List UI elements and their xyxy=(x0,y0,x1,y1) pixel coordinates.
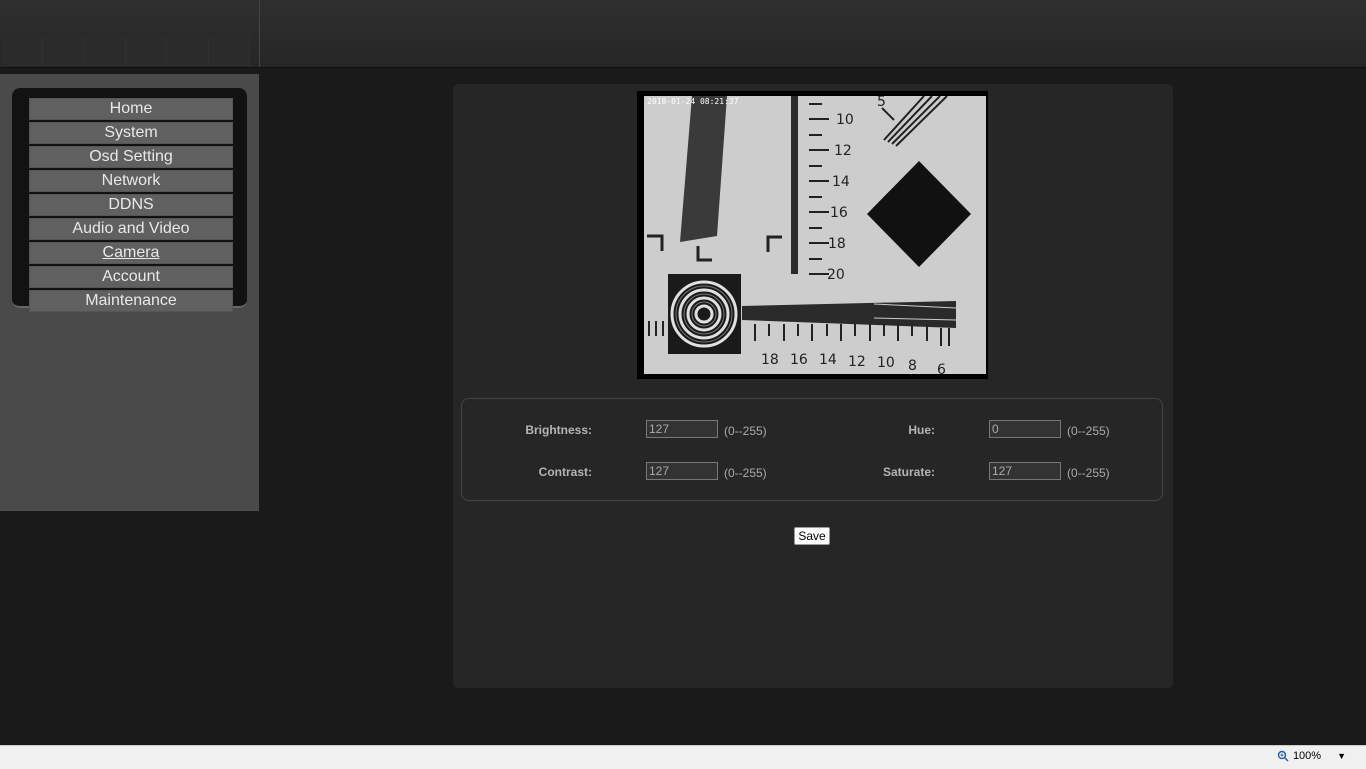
brightness-label: Brightness: xyxy=(525,423,592,437)
menu-item-network[interactable]: Network xyxy=(29,170,233,192)
brightness-range: (0--255) xyxy=(724,424,767,438)
camera-preview-image: 10 12 14 16 18 20 5 18 16 14 12 10 8 6 2… xyxy=(644,96,986,374)
chevron-down-icon[interactable]: ▼ xyxy=(1337,751,1346,761)
zoom-level: 100% xyxy=(1292,750,1322,762)
scale-label-12: 12 xyxy=(834,143,852,159)
menu-item-home[interactable]: Home xyxy=(29,98,233,120)
save-button[interactable]: Save xyxy=(794,527,830,545)
contrast-label: Contrast: xyxy=(538,465,592,479)
ruler-label-8: 8 xyxy=(908,358,917,374)
scale-label-20: 20 xyxy=(827,267,845,283)
menu-item-account[interactable]: Account xyxy=(29,266,233,288)
menu-item-ddns[interactable]: DDNS xyxy=(29,194,233,216)
hue-label: Hue: xyxy=(908,423,935,437)
ruler-label-10: 10 xyxy=(877,355,895,371)
camera-settings-panel: 10 12 14 16 18 20 5 18 16 14 12 10 8 6 2… xyxy=(453,84,1173,688)
zoom-icon xyxy=(1277,750,1289,762)
ruler-label-12: 12 xyxy=(848,354,866,370)
scale-label-14: 14 xyxy=(832,174,850,190)
brightness-input[interactable] xyxy=(646,420,718,438)
menu-item-maintenance[interactable]: Maintenance xyxy=(29,290,233,312)
ruler-label-16: 16 xyxy=(790,352,808,368)
menu-item-camera[interactable]: Camera xyxy=(29,242,233,264)
zoom-control[interactable]: 100% ▼ xyxy=(1277,750,1346,762)
browser-status-bar: 100% ▼ xyxy=(0,745,1366,769)
image-settings-group: Brightness: (0--255) Contrast: (0--255) … xyxy=(461,398,1163,501)
menu-item-osd-setting[interactable]: Osd Setting xyxy=(29,146,233,168)
scale-label-18: 18 xyxy=(828,236,846,252)
ruler-label-6: 6 xyxy=(937,362,946,374)
scale-label-5: 5 xyxy=(877,96,886,110)
preview-timestamp: 2018-01-24 08:21:37 xyxy=(647,97,739,106)
camera-preview: 10 12 14 16 18 20 5 18 16 14 12 10 8 6 2… xyxy=(637,91,988,379)
saturate-range: (0--255) xyxy=(1067,466,1110,480)
saturate-input[interactable] xyxy=(989,462,1061,480)
test-chart-graphic: 10 12 14 16 18 20 5 18 16 14 12 10 8 6 xyxy=(644,96,986,374)
saturate-label: Saturate: xyxy=(882,465,935,479)
ruler-label-14: 14 xyxy=(819,352,837,368)
menu-item-system[interactable]: System xyxy=(29,122,233,144)
header-bar xyxy=(0,0,1366,68)
nav-menu: Home System Osd Setting Network DDNS Aud… xyxy=(12,88,247,312)
contrast-input[interactable] xyxy=(646,462,718,480)
scale-label-16: 16 xyxy=(830,205,848,221)
logo-area xyxy=(0,0,260,67)
scale-label-10: 10 xyxy=(836,112,854,128)
sidebar: Home System Osd Setting Network DDNS Aud… xyxy=(0,74,259,511)
ruler-label-18: 18 xyxy=(761,352,779,368)
hue-input[interactable] xyxy=(989,420,1061,438)
header-tabs-strip xyxy=(2,36,250,66)
contrast-range: (0--255) xyxy=(724,466,767,480)
menu-item-audio-video[interactable]: Audio and Video xyxy=(29,218,233,240)
hue-range: (0--255) xyxy=(1067,424,1110,438)
